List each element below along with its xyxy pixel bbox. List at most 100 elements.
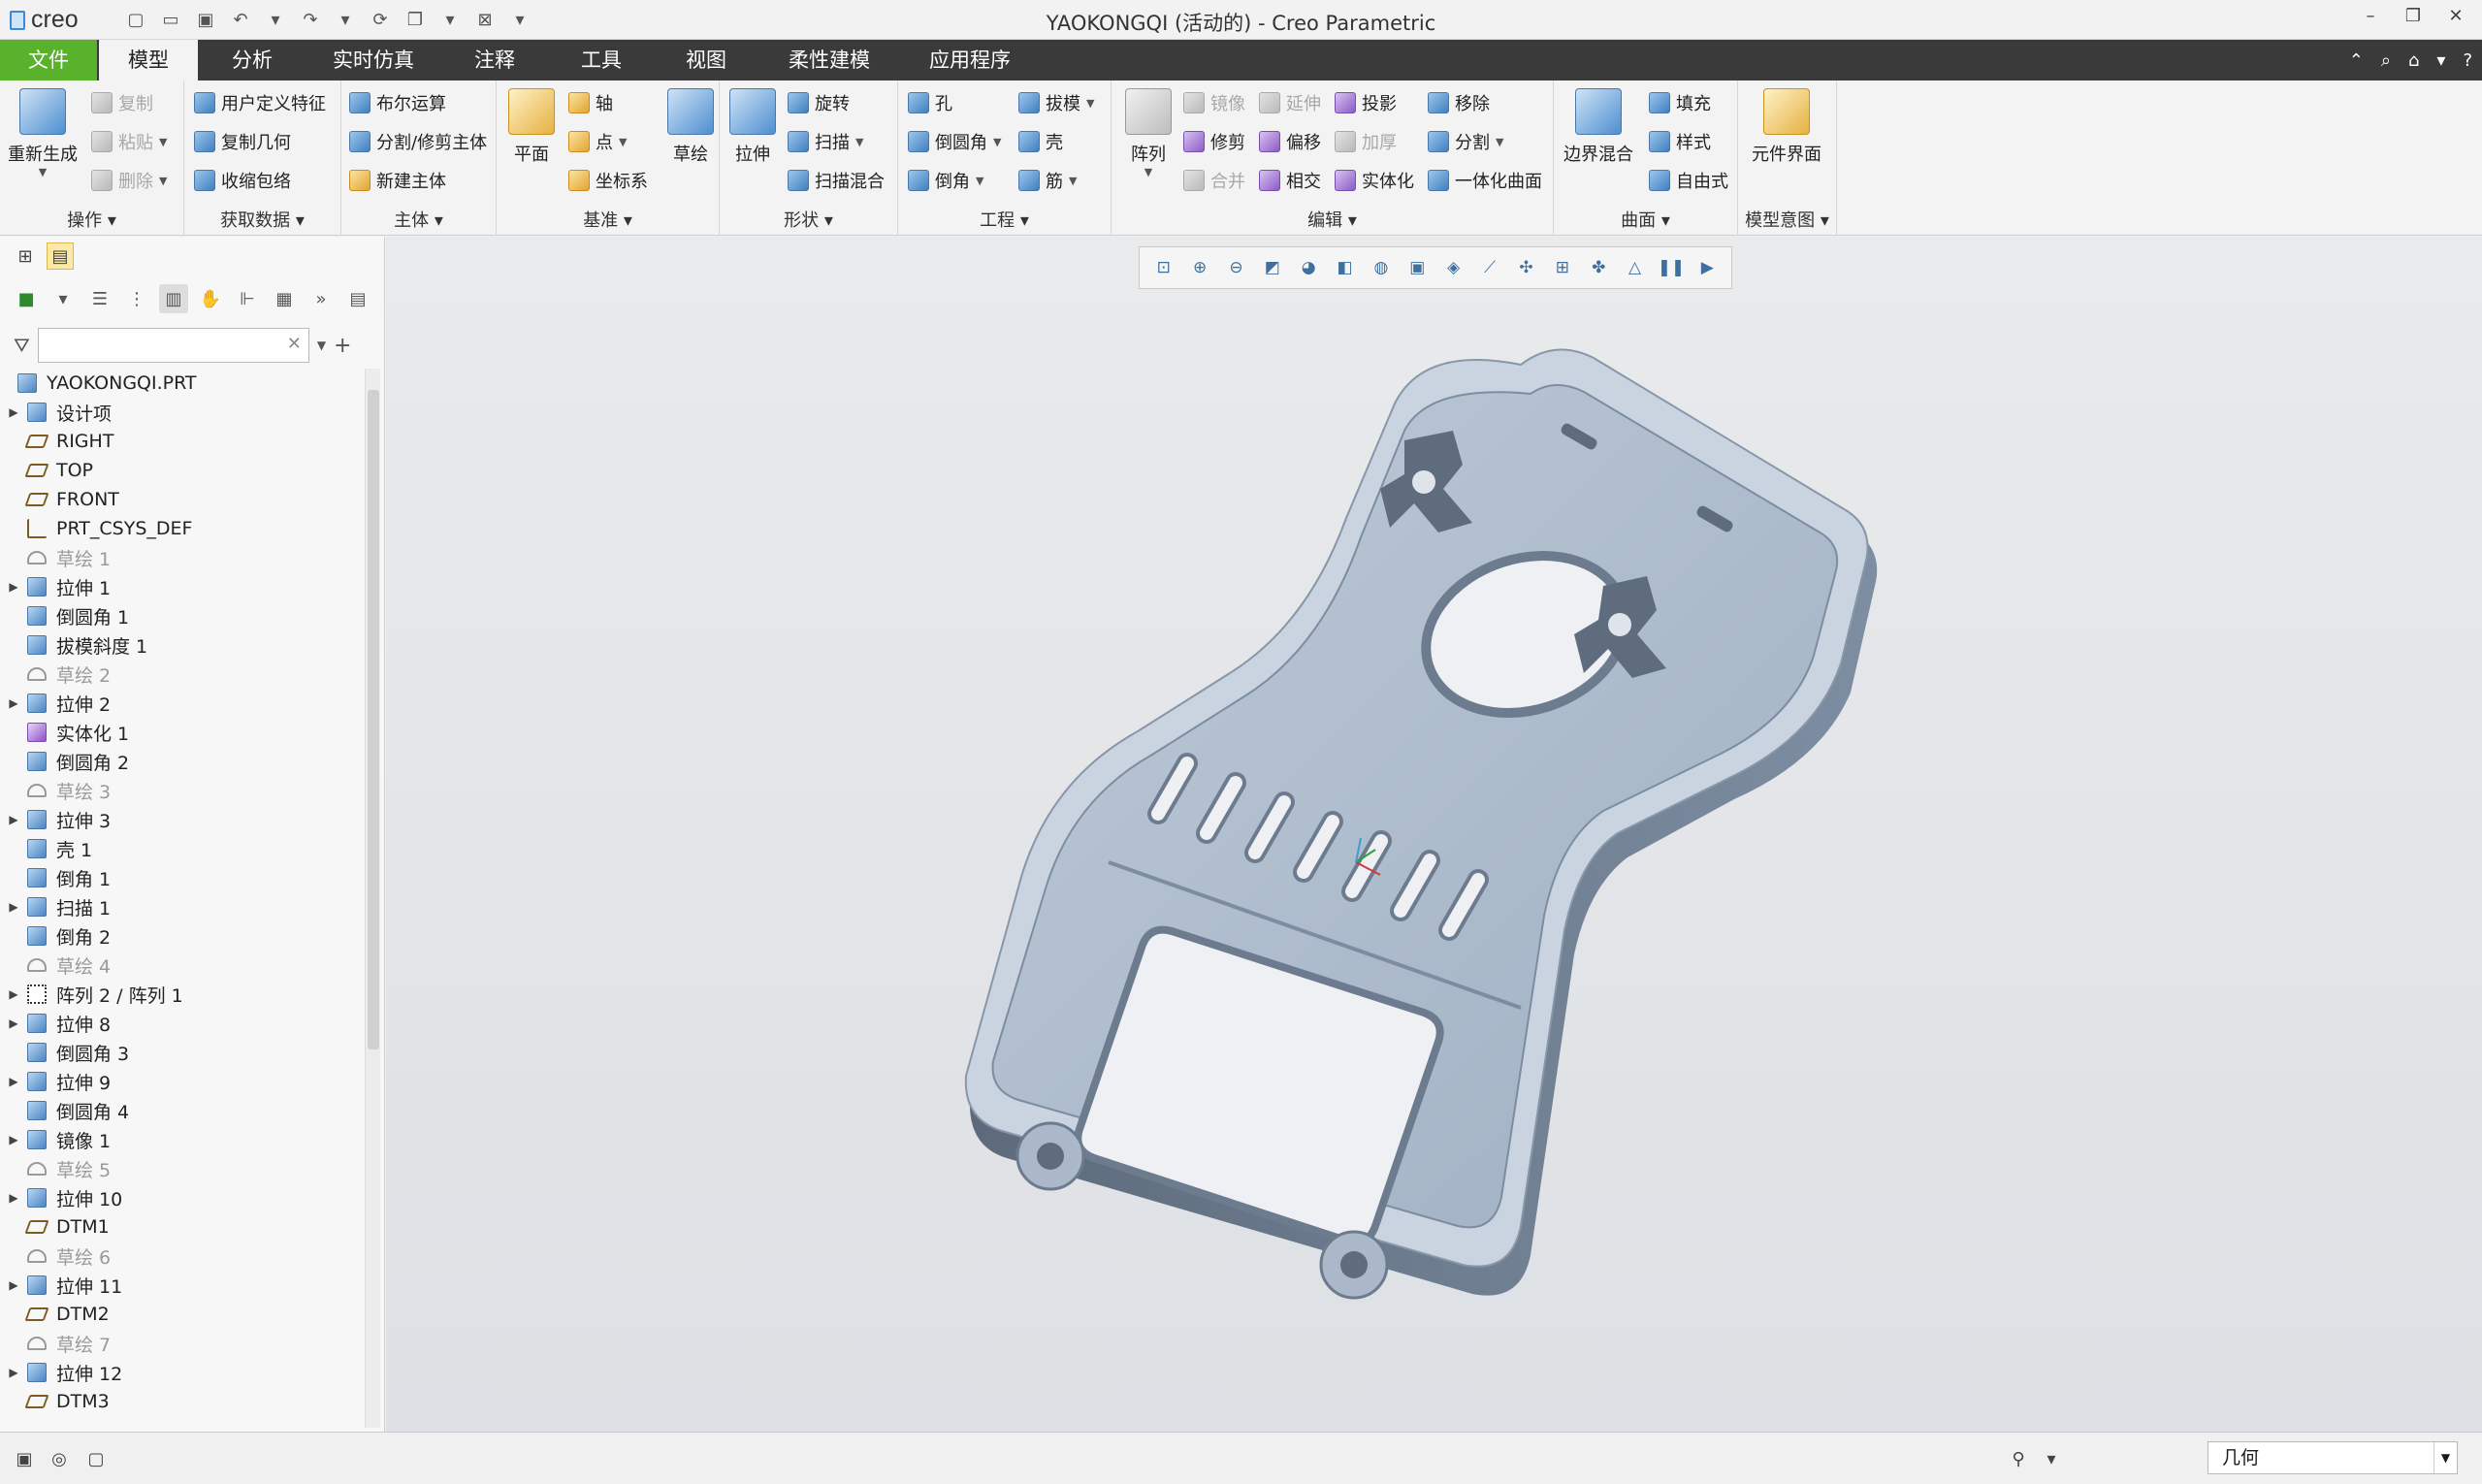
hole-button[interactable]: 孔 [908, 90, 952, 115]
tree-item[interactable]: ▶ 设计项 [0, 398, 361, 427]
clear-icon[interactable]: ✕ [287, 334, 302, 354]
restore-icon[interactable]: ❐ [2399, 6, 2428, 26]
selection-filter[interactable]: 几何 ▼ [2208, 1441, 2458, 1474]
expand-arrow-icon[interactable]: ▶ [0, 1133, 27, 1146]
tab-view[interactable]: 视图 [658, 40, 755, 81]
expand-arrow-icon[interactable]: ▶ [0, 1191, 27, 1205]
copy-button[interactable]: 复制 [91, 90, 153, 115]
tree-item[interactable]: DTM3 [0, 1387, 361, 1416]
tab-flexible-modeling[interactable]: 柔性建模 [766, 40, 892, 81]
refit-icon[interactable]: ⊡ [1149, 253, 1177, 282]
view-manager-icon[interactable]: ▣ [1403, 253, 1432, 282]
tree-item[interactable]: 草绘 1 [0, 543, 361, 572]
remove-button[interactable]: 移除 [1428, 90, 1490, 115]
tree-item[interactable]: ▶ 拉伸 9 [0, 1067, 361, 1096]
datum-display-icon[interactable]: ✣ [1512, 253, 1540, 282]
tab-simulation[interactable]: 实时仿真 [310, 40, 436, 81]
minimize-icon[interactable]: – [2356, 6, 2385, 26]
boolean-button[interactable]: 布尔运算 [349, 90, 446, 115]
add-icon[interactable]: + [334, 334, 351, 358]
freestyle-button[interactable]: 自由式 [1649, 168, 1728, 193]
model-tree-tab-icon[interactable]: ⊞ [12, 242, 39, 270]
search-icon[interactable]: ⌕ [2381, 50, 2391, 71]
tree-item[interactable]: 草绘 6 [0, 1242, 361, 1271]
tree-search-input[interactable] [37, 328, 309, 363]
repaint-icon[interactable]: ◩ [1258, 253, 1286, 282]
tree-item[interactable]: 草绘 5 [0, 1154, 361, 1183]
tab-analysis[interactable]: 分析 [204, 40, 301, 81]
dropdown-icon[interactable]: ▾ [48, 284, 78, 313]
pattern-button[interactable]: 阵列 ▼ [1125, 88, 1172, 178]
spin-center-icon[interactable]: ✤ [1585, 253, 1613, 282]
orientation-icon[interactable]: ◕ [1295, 253, 1323, 282]
axis-button[interactable]: 轴 [568, 90, 613, 115]
tab-tools[interactable]: 工具 [553, 40, 650, 81]
browser-toggle-icon[interactable]: ◎ [45, 1444, 74, 1473]
group-title-model-intent[interactable]: 模型意图 ▾ [1738, 207, 1836, 232]
tree-filter-icon[interactable]: ⊩ [233, 284, 262, 313]
expand-arrow-icon[interactable]: ▶ [0, 813, 27, 826]
expand-arrow-icon[interactable]: ▶ [0, 696, 27, 710]
cad-model[interactable] [949, 295, 1918, 1410]
tree-item[interactable]: FRONT [0, 485, 361, 514]
tree-item[interactable]: TOP [0, 456, 361, 485]
expand-arrow-icon[interactable]: ▶ [0, 900, 27, 914]
intersect-button[interactable]: 相交 [1259, 168, 1321, 193]
tree-item[interactable]: ▶ 阵列 2 / 阵列 1 [0, 980, 361, 1009]
shrinkwrap-button[interactable]: 收缩包络 [194, 168, 291, 193]
split-button[interactable]: 分割 ▼ [1428, 129, 1503, 154]
close-icon[interactable]: ✕ [2441, 6, 2470, 26]
boundary-blend-button[interactable]: 边界混合 [1563, 88, 1633, 166]
tree-item[interactable]: ▶ 拉伸 11 [0, 1271, 361, 1300]
tree-item[interactable]: DTM2 [0, 1300, 361, 1329]
tree-item[interactable]: PRT_CSYS_DEF [0, 514, 361, 543]
layer-tree-tab-icon[interactable]: ▤ [47, 242, 74, 270]
find-icon[interactable]: ⚲ [2004, 1444, 2033, 1473]
point-button[interactable]: 点 ▼ [568, 129, 627, 154]
copy-geometry-button[interactable]: 复制几何 [194, 129, 291, 154]
regenerate-button[interactable]: 重新生成 ▼ [8, 88, 78, 178]
navigator-toggle-icon[interactable]: ▣ [10, 1444, 39, 1473]
scrollbar-thumb[interactable] [368, 390, 379, 1049]
plane-button[interactable]: 平面 [508, 88, 555, 166]
chamfer-button[interactable]: 倒角 ▼ [908, 168, 983, 193]
expand-arrow-icon[interactable]: ▶ [0, 1366, 27, 1379]
tree-item[interactable]: ▶ 扫描 1 [0, 892, 361, 921]
collapse-ribbon-icon[interactable]: ⌃ [2349, 50, 2364, 71]
graphics-window[interactable]: ⊡ ⊕ ⊖ ◩ ◕ ◧ ◍ ▣ ◈ ⟋ ✣ ⊞ ✤ △ ❚❚ ▶ [386, 237, 2482, 1432]
revolve-button[interactable]: 旋转 [788, 90, 850, 115]
fill-button[interactable]: 填充 [1649, 90, 1711, 115]
group-title-body[interactable]: 主体 ▾ [341, 207, 496, 232]
display-style-icon[interactable]: ◧ [1331, 253, 1359, 282]
split-trim-body-button[interactable]: 分割/修剪主体 [349, 129, 487, 154]
group-title-shapes[interactable]: 形状 ▾ [720, 207, 897, 232]
draft-button[interactable]: 拔模 ▼ [1018, 90, 1094, 115]
simulation-icon[interactable]: △ [1621, 253, 1649, 282]
group-title-surfaces[interactable]: 曲面 ▾ [1554, 207, 1737, 232]
shell-button[interactable]: 壳 [1018, 129, 1063, 154]
tree-settings-icon[interactable]: ✋ [196, 284, 225, 313]
delete-button[interactable]: 删除 ▼ [91, 168, 167, 193]
expand-arrow-icon[interactable]: ▶ [0, 1278, 27, 1292]
tree-item[interactable]: 倒圆角 2 [0, 747, 361, 776]
tree-item[interactable]: 倒圆角 3 [0, 1038, 361, 1067]
more-icon[interactable]: » [306, 284, 336, 313]
annotation-display-icon[interactable]: ⊞ [1548, 253, 1576, 282]
tree-columns-icon[interactable]: ▥ [159, 284, 188, 313]
tree-item[interactable]: ▶ 拉伸 3 [0, 805, 361, 834]
unify-surface-button[interactable]: 一体化曲面 [1428, 168, 1542, 193]
learning-icon[interactable]: ⌂ [2408, 50, 2419, 71]
round-button[interactable]: 倒圆角 ▼ [908, 129, 1001, 154]
mirror-button[interactable]: 镜像 [1183, 90, 1245, 115]
rib-button[interactable]: 筋 ▼ [1018, 168, 1077, 193]
tree-item[interactable]: 草绘 7 [0, 1329, 361, 1358]
pause-icon[interactable]: ❚❚ [1657, 253, 1686, 282]
section-icon[interactable]: ⟋ [1475, 253, 1503, 282]
tree-item[interactable]: 倒圆角 1 [0, 601, 361, 630]
saved-views-icon[interactable]: ◍ [1367, 253, 1395, 282]
sketch-button[interactable]: 草绘 [667, 88, 714, 166]
expand-arrow-icon[interactable]: ▶ [0, 580, 27, 594]
tree-item[interactable]: 实体化 1 [0, 718, 361, 747]
zoom-out-icon[interactable]: ⊖ [1222, 253, 1250, 282]
tree-list-icon[interactable]: ☰ [85, 284, 114, 313]
